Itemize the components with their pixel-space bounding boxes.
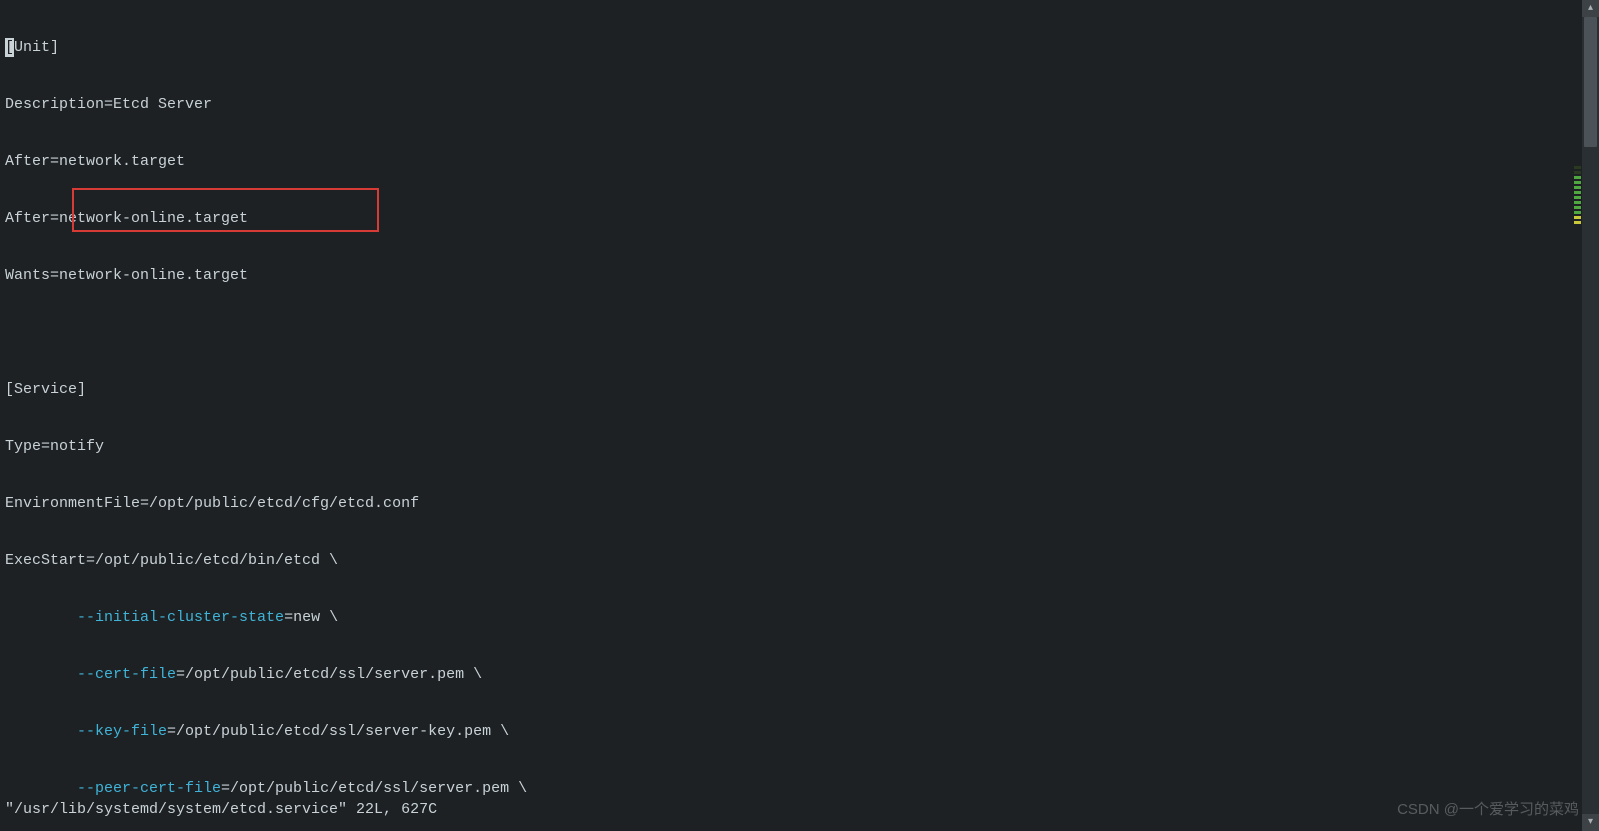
line-type: Type=notify — [5, 437, 1581, 456]
chevron-up-icon: ▴ — [1588, 0, 1593, 18]
line-opt-cert: --cert-file=/opt/public/etcd/ssl/server.… — [5, 665, 1581, 684]
chevron-down-icon: ▾ — [1588, 813, 1593, 831]
line-service: [Service] — [5, 380, 1581, 399]
scrollbar-thumb[interactable] — [1584, 17, 1597, 147]
opt-initial-cluster-state: --initial-cluster-state — [77, 609, 284, 626]
line-envfile: EnvironmentFile=/opt/public/etcd/cfg/etc… — [5, 494, 1581, 513]
scrollbar-track[interactable]: ▴ ▾ — [1582, 0, 1599, 831]
vim-status-line: "/usr/lib/systemd/system/etcd.service" 2… — [5, 800, 437, 819]
terminal-viewport: [Unit] Description=Etcd Server After=net… — [0, 0, 1599, 831]
line-wants: Wants=network-online.target — [5, 266, 1581, 285]
line-opt-key: --key-file=/opt/public/etcd/ssl/server-k… — [5, 722, 1581, 741]
line-after2: After=network-online.target — [5, 209, 1581, 228]
line-opt-pcert: --peer-cert-file=/opt/public/etcd/ssl/se… — [5, 779, 1581, 798]
scrollbar-down-button[interactable]: ▾ — [1582, 814, 1599, 831]
line-description: Description=Etcd Server — [5, 95, 1581, 114]
csdn-watermark: CSDN @一个爱学习的菜鸡 — [1397, 800, 1579, 819]
line-blank1 — [5, 323, 1581, 342]
cursor: [ — [5, 38, 14, 57]
line-opt-ics: --initial-cluster-state=new \ — [5, 608, 1581, 627]
line-after1: After=network.target — [5, 152, 1581, 171]
editor-buffer[interactable]: [Unit] Description=Etcd Server After=net… — [5, 0, 1581, 831]
scrollbar-up-button[interactable]: ▴ — [1582, 0, 1599, 17]
activity-meter-icon — [1574, 166, 1581, 226]
line-execstart: ExecStart=/opt/public/etcd/bin/etcd \ — [5, 551, 1581, 570]
opt-key-file: --key-file — [77, 723, 167, 740]
opt-cert-file: --cert-file — [77, 666, 176, 683]
opt-peer-cert-file: --peer-cert-file — [77, 780, 221, 797]
line-unit: [Unit] — [5, 38, 1581, 57]
